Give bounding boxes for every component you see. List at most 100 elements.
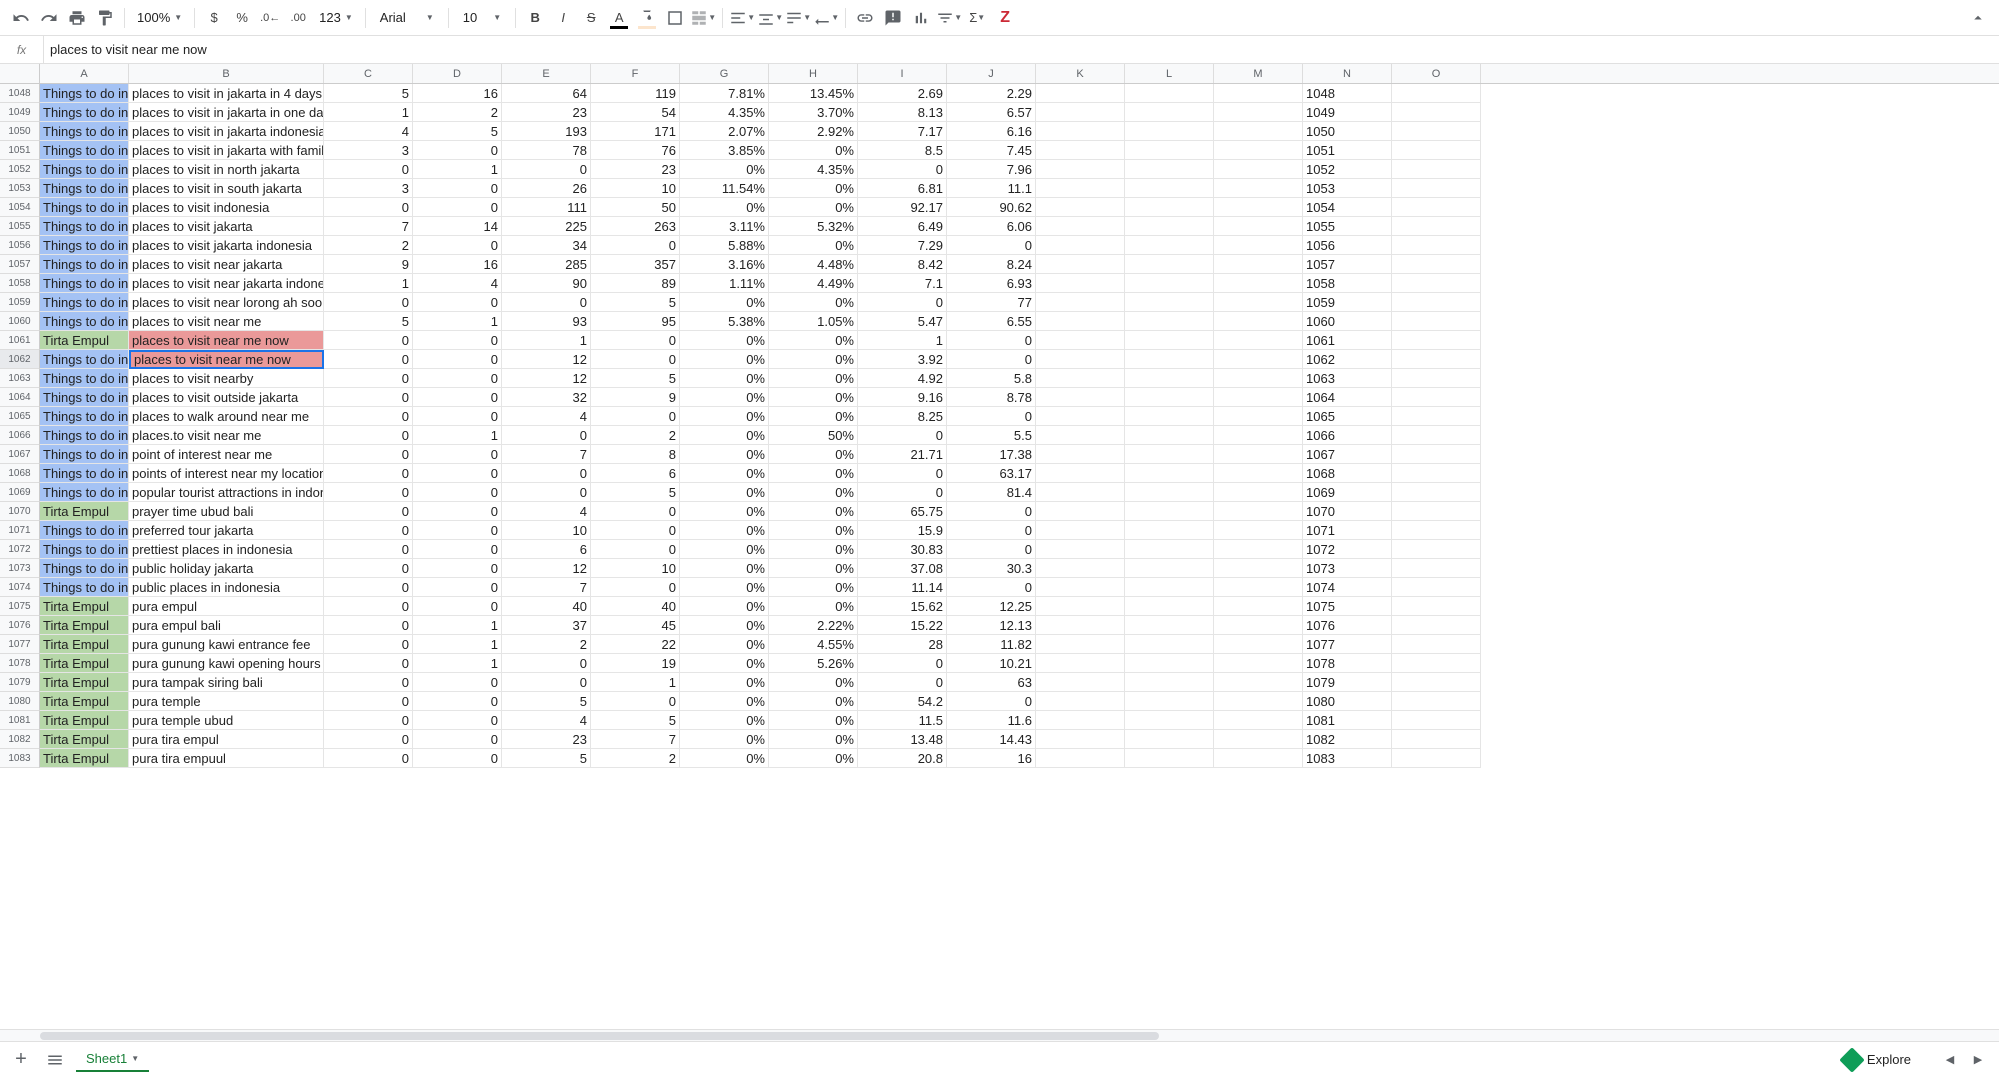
cell-N1075[interactable]: 1075 <box>1303 597 1392 616</box>
row-header[interactable]: 1071 <box>0 521 40 540</box>
cell-L1079[interactable] <box>1125 673 1214 692</box>
cell-K1051[interactable] <box>1036 141 1125 160</box>
cell-G1073[interactable]: 0% <box>680 559 769 578</box>
decrease-decimal-button[interactable]: .0← <box>257 5 283 31</box>
font-select[interactable]: Arial▼ <box>372 10 442 25</box>
cell-D1069[interactable]: 0 <box>413 483 502 502</box>
cell-M1057[interactable] <box>1214 255 1303 274</box>
cell-D1081[interactable]: 0 <box>413 711 502 730</box>
cell-C1079[interactable]: 0 <box>324 673 413 692</box>
cell-L1074[interactable] <box>1125 578 1214 597</box>
cell-F1068[interactable]: 6 <box>591 464 680 483</box>
cell-E1056[interactable]: 34 <box>502 236 591 255</box>
row-header[interactable]: 1065 <box>0 407 40 426</box>
cell-F1069[interactable]: 5 <box>591 483 680 502</box>
cell-B1080[interactable]: pura temple <box>129 692 324 711</box>
cell-A1061[interactable]: Tirta Empul <box>40 331 129 350</box>
cell-D1079[interactable]: 0 <box>413 673 502 692</box>
column-header-L[interactable]: L <box>1125 64 1214 83</box>
cell-N1068[interactable]: 1068 <box>1303 464 1392 483</box>
cell-I1063[interactable]: 4.92 <box>858 369 947 388</box>
cell-G1069[interactable]: 0% <box>680 483 769 502</box>
redo-button[interactable] <box>36 5 62 31</box>
cell-D1077[interactable]: 1 <box>413 635 502 654</box>
column-header-B[interactable]: B <box>129 64 324 83</box>
cell-F1077[interactable]: 22 <box>591 635 680 654</box>
grid-body[interactable]: 1048Things to do in Japlaces to visit in… <box>0 84 1999 1029</box>
cell-G1054[interactable]: 0% <box>680 198 769 217</box>
cell-J1067[interactable]: 17.38 <box>947 445 1036 464</box>
cell-G1065[interactable]: 0% <box>680 407 769 426</box>
cell-A1073[interactable]: Things to do in Ja <box>40 559 129 578</box>
cell-K1067[interactable] <box>1036 445 1125 464</box>
cell-A1054[interactable]: Things to do in Ja <box>40 198 129 217</box>
column-header-C[interactable]: C <box>324 64 413 83</box>
cell-C1064[interactable]: 0 <box>324 388 413 407</box>
cell-F1070[interactable]: 0 <box>591 502 680 521</box>
cell-J1079[interactable]: 63 <box>947 673 1036 692</box>
cell-E1068[interactable]: 0 <box>502 464 591 483</box>
cell-B1083[interactable]: pura tira empuul <box>129 749 324 768</box>
cell-E1057[interactable]: 285 <box>502 255 591 274</box>
cell-M1056[interactable] <box>1214 236 1303 255</box>
cell-D1075[interactable]: 0 <box>413 597 502 616</box>
cell-B1081[interactable]: pura temple ubud <box>129 711 324 730</box>
cell-L1053[interactable] <box>1125 179 1214 198</box>
cell-A1064[interactable]: Things to do in Ja <box>40 388 129 407</box>
cell-F1051[interactable]: 76 <box>591 141 680 160</box>
horizontal-align-button[interactable]: ▼ <box>729 5 755 31</box>
cell-M1067[interactable] <box>1214 445 1303 464</box>
cell-L1078[interactable] <box>1125 654 1214 673</box>
cell-B1053[interactable]: places to visit in south jakarta <box>129 179 324 198</box>
cell-L1052[interactable] <box>1125 160 1214 179</box>
cell-C1053[interactable]: 3 <box>324 179 413 198</box>
cell-E1050[interactable]: 193 <box>502 122 591 141</box>
cell-H1066[interactable]: 50% <box>769 426 858 445</box>
cell-J1061[interactable]: 0 <box>947 331 1036 350</box>
row-header[interactable]: 1070 <box>0 502 40 521</box>
cell-F1074[interactable]: 0 <box>591 578 680 597</box>
cell-M1058[interactable] <box>1214 274 1303 293</box>
cell-E1062[interactable]: 12 <box>502 350 591 369</box>
cell-O1068[interactable] <box>1392 464 1481 483</box>
cell-O1057[interactable] <box>1392 255 1481 274</box>
cell-A1052[interactable]: Things to do in Ja <box>40 160 129 179</box>
cell-C1078[interactable]: 0 <box>324 654 413 673</box>
cell-I1080[interactable]: 54.2 <box>858 692 947 711</box>
insert-chart-button[interactable] <box>908 5 934 31</box>
cell-J1057[interactable]: 8.24 <box>947 255 1036 274</box>
cell-D1055[interactable]: 14 <box>413 217 502 236</box>
cell-C1072[interactable]: 0 <box>324 540 413 559</box>
cell-L1056[interactable] <box>1125 236 1214 255</box>
cell-D1061[interactable]: 0 <box>413 331 502 350</box>
cell-M1075[interactable] <box>1214 597 1303 616</box>
cell-B1054[interactable]: places to visit indonesia <box>129 198 324 217</box>
cell-L1083[interactable] <box>1125 749 1214 768</box>
row-header[interactable]: 1050 <box>0 122 40 141</box>
cell-M1059[interactable] <box>1214 293 1303 312</box>
cell-N1050[interactable]: 1050 <box>1303 122 1392 141</box>
column-header-K[interactable]: K <box>1036 64 1125 83</box>
cell-I1051[interactable]: 8.5 <box>858 141 947 160</box>
cell-O1076[interactable] <box>1392 616 1481 635</box>
cell-K1076[interactable] <box>1036 616 1125 635</box>
cell-E1069[interactable]: 0 <box>502 483 591 502</box>
cell-K1070[interactable] <box>1036 502 1125 521</box>
cell-F1064[interactable]: 9 <box>591 388 680 407</box>
cell-L1066[interactable] <box>1125 426 1214 445</box>
cell-J1059[interactable]: 77 <box>947 293 1036 312</box>
cell-D1062[interactable]: 0 <box>413 350 502 369</box>
cell-A1072[interactable]: Things to do in Ja <box>40 540 129 559</box>
cell-I1056[interactable]: 7.29 <box>858 236 947 255</box>
row-header[interactable]: 1053 <box>0 179 40 198</box>
cell-F1083[interactable]: 2 <box>591 749 680 768</box>
cell-M1069[interactable] <box>1214 483 1303 502</box>
cell-N1076[interactable]: 1076 <box>1303 616 1392 635</box>
cell-O1074[interactable] <box>1392 578 1481 597</box>
cell-M1073[interactable] <box>1214 559 1303 578</box>
row-header[interactable]: 1055 <box>0 217 40 236</box>
cell-O1049[interactable] <box>1392 103 1481 122</box>
cell-I1052[interactable]: 0 <box>858 160 947 179</box>
cell-H1049[interactable]: 3.70% <box>769 103 858 122</box>
cell-E1077[interactable]: 2 <box>502 635 591 654</box>
